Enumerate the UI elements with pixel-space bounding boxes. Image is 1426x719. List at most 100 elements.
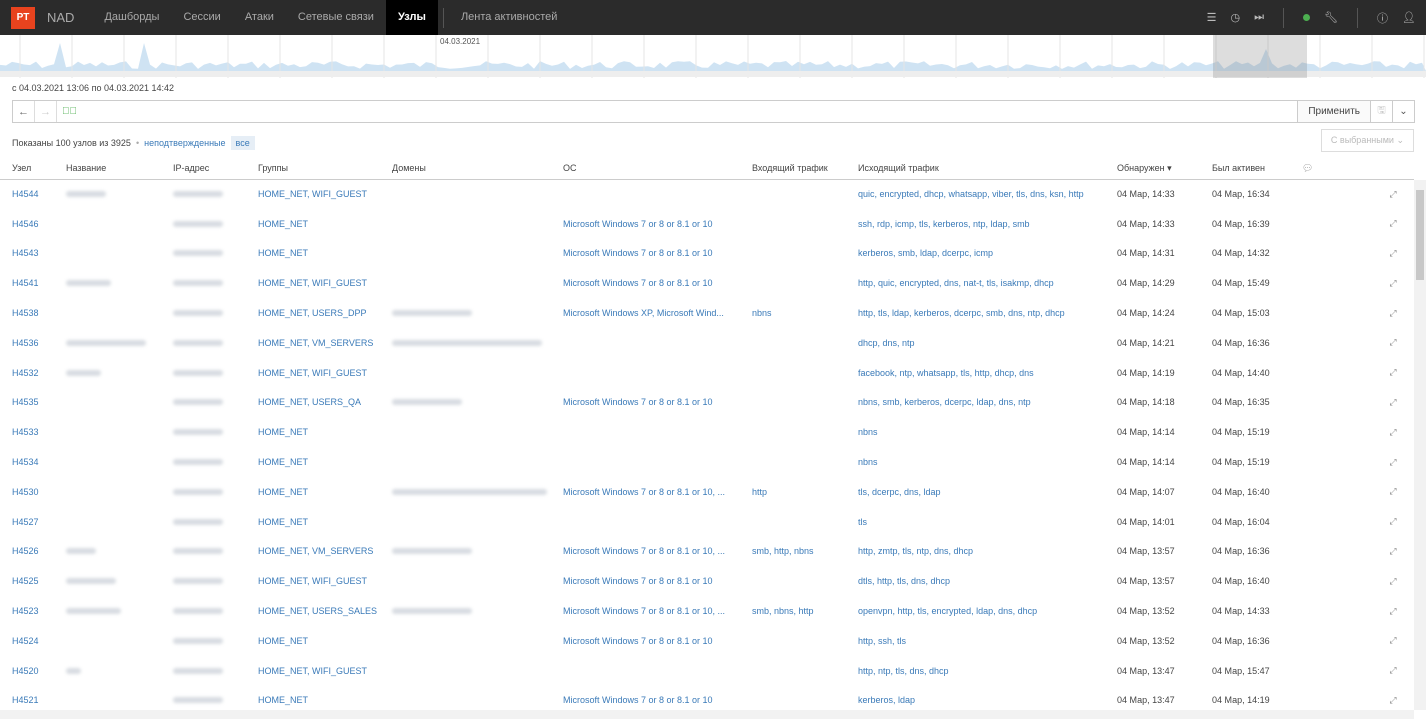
os[interactable]: Microsoft Windows 7 or 8 or 8.1 or 10, .… [551, 477, 740, 507]
node-id-link[interactable]: H4534 [0, 447, 54, 477]
table-row[interactable]: H4538 HOME_NET, USERS_DPP Microsoft Window… [0, 298, 1414, 328]
os[interactable]: Microsoft Windows 7 or 8 or 8.1 or 10 [551, 626, 740, 656]
expand-icon[interactable]: ⤢ [1372, 328, 1414, 358]
table-row[interactable]: H4541 HOME_NET, WIFI_GUEST Microsoft Windo… [0, 268, 1414, 298]
incoming-traffic[interactable] [740, 507, 846, 537]
groups[interactable]: HOME_NET, VM_SERVERS [246, 328, 380, 358]
nav-sessions[interactable]: Сессии [171, 0, 232, 35]
expand-icon[interactable]: ⤢ [1372, 209, 1414, 239]
os[interactable]: Microsoft Windows 7 or 8 or 8.1 or 10 [551, 566, 740, 596]
incoming-traffic[interactable] [740, 328, 846, 358]
nav-network-links[interactable]: Сетевые связи [286, 0, 386, 35]
user-icon[interactable]: 👤︎ [1402, 11, 1416, 24]
expand-icon[interactable]: ⤢ [1372, 388, 1414, 418]
node-id-link[interactable]: H4538 [0, 298, 54, 328]
groups[interactable]: HOME_NET [246, 477, 380, 507]
table-row[interactable]: H4535 HOME_NET, USERS_QA Microsoft Windows… [0, 388, 1414, 418]
incoming-traffic[interactable] [740, 179, 846, 209]
groups[interactable]: HOME_NET [246, 239, 380, 269]
node-id-link[interactable]: H4532 [0, 358, 54, 388]
node-id-link[interactable]: H4533 [0, 417, 54, 447]
os[interactable] [551, 417, 740, 447]
help-icon[interactable]: ⓘ [1377, 10, 1388, 26]
outgoing-traffic[interactable]: dtls, http, tls, dns, dhcp [846, 566, 1105, 596]
os[interactable]: Microsoft Windows 7 or 8 or 8.1 or 10 [551, 268, 740, 298]
outgoing-traffic[interactable]: http, ssh, tls [846, 626, 1105, 656]
outgoing-traffic[interactable]: nbns [846, 417, 1105, 447]
groups[interactable]: HOME_NET, WIFI_GUEST [246, 566, 380, 596]
expand-icon[interactable]: ⤢ [1372, 507, 1414, 537]
with-selected-button[interactable]: С выбранными ⌄ [1320, 129, 1414, 152]
outgoing-traffic[interactable]: tls, dcerpc, dns, ldap [846, 477, 1105, 507]
groups[interactable]: HOME_NET [246, 447, 380, 477]
expand-icon[interactable]: ⤢ [1372, 239, 1414, 269]
expand-icon[interactable]: ⤢ [1372, 566, 1414, 596]
expand-icon[interactable]: ⤢ [1372, 358, 1414, 388]
groups[interactable]: HOME_NET, USERS_QA [246, 388, 380, 418]
table-row[interactable]: H4530 HOME_NET Microsoft Windows 7 or 8 or… [0, 477, 1414, 507]
table-row[interactable]: H4532 HOME_NET, WIFI_GUEST facebook, ntp, … [0, 358, 1414, 388]
outgoing-traffic[interactable]: facebook, ntp, whatsapp, tls, http, dhcp… [846, 358, 1105, 388]
outgoing-traffic[interactable]: dhcp, dns, ntp [846, 328, 1105, 358]
apply-button[interactable]: Применить [1297, 101, 1370, 122]
outgoing-traffic[interactable]: http, zmtp, tls, ntp, dns, dhcp [846, 537, 1105, 567]
outgoing-traffic[interactable]: kerberos, smb, ldap, dcerpc, icmp [846, 239, 1105, 269]
groups[interactable]: HOME_NET [246, 209, 380, 239]
expand-icon[interactable]: ⤢ [1372, 268, 1414, 298]
table-row[interactable]: H4534 HOME_NET nbns 04 Мар, 14:14 04 Мар, 15… [0, 447, 1414, 477]
outgoing-traffic[interactable]: http, ntp, tls, dns, dhcp [846, 656, 1105, 686]
expand-icon[interactable]: ⤢ [1372, 537, 1414, 567]
outgoing-traffic[interactable]: tls [846, 507, 1105, 537]
node-id-link[interactable]: H4544 [0, 179, 54, 209]
table-row[interactable]: H4544 HOME_NET, WIFI_GUEST quic, encrypted… [0, 179, 1414, 209]
groups[interactable]: HOME_NET, USERS_DPP [246, 298, 380, 328]
outgoing-traffic[interactable]: http, quic, encrypted, dns, nat-t, tls, … [846, 268, 1105, 298]
incoming-traffic[interactable]: smb, nbns, http [740, 596, 846, 626]
groups[interactable]: HOME_NET, WIFI_GUEST [246, 656, 380, 686]
groups[interactable]: HOME_NET [246, 626, 380, 656]
os[interactable]: Microsoft Windows 7 or 8 or 8.1 or 10, .… [551, 537, 740, 567]
outgoing-traffic[interactable]: quic, encrypted, dhcp, whatsapp, viber, … [846, 179, 1105, 209]
timeline-chart[interactable] [0, 35, 1426, 78]
scrollbar-thumb[interactable] [1416, 190, 1424, 280]
incoming-traffic[interactable]: smb, http, nbns [740, 537, 846, 567]
node-id-link[interactable]: H4535 [0, 388, 54, 418]
table-row[interactable]: H4525 HOME_NET, WIFI_GUEST Microsoft Windo… [0, 566, 1414, 596]
table-row[interactable]: H4543 HOME_NET Microsoft Windows 7 or 8 or… [0, 239, 1414, 269]
os[interactable] [551, 447, 740, 477]
column-header[interactable]: Узел [0, 158, 54, 180]
filter-all[interactable]: все [230, 136, 255, 150]
outgoing-traffic[interactable]: http, tls, ldap, kerberos, dcerpc, smb, … [846, 298, 1105, 328]
column-header[interactable]: IP-адрес [161, 158, 246, 180]
node-id-link[interactable]: H4536 [0, 328, 54, 358]
os[interactable] [551, 507, 740, 537]
expand-icon[interactable]: ⤢ [1372, 179, 1414, 209]
incoming-traffic[interactable] [740, 239, 846, 269]
os[interactable]: Microsoft Windows XP, Microsoft Wind... [551, 298, 740, 328]
outgoing-traffic[interactable]: nbns, smb, kerberos, dcerpc, ldap, dns, … [846, 388, 1105, 418]
os[interactable]: Microsoft Windows 7 or 8 or 8.1 or 10 [551, 388, 740, 418]
menu-icon[interactable]: ☰ [1207, 11, 1217, 24]
node-id-link[interactable]: H4541 [0, 268, 54, 298]
os[interactable] [551, 358, 740, 388]
groups[interactable]: HOME_NET [246, 417, 380, 447]
incoming-traffic[interactable] [740, 447, 846, 477]
expand-icon[interactable]: ⤢ [1372, 447, 1414, 477]
filter-unconfirmed[interactable]: неподтвержденные [144, 138, 225, 148]
skip-forward-icon[interactable]: ⏭ [1254, 11, 1264, 24]
incoming-traffic[interactable] [740, 626, 846, 656]
os[interactable]: Microsoft Windows 7 or 8 or 8.1 or 10 [551, 239, 740, 269]
table-row[interactable]: H4527 HOME_NET tls 04 Мар, 14:01 04 Мар, 16:… [0, 507, 1414, 537]
column-header[interactable]: Исходящий трафик [846, 158, 1105, 180]
node-id-link[interactable]: H4520 [0, 656, 54, 686]
expand-icon[interactable]: ⤢ [1372, 417, 1414, 447]
os[interactable] [551, 328, 740, 358]
node-id-link[interactable]: H4523 [0, 596, 54, 626]
groups[interactable]: HOME_NET [246, 507, 380, 537]
nav-activity-feed[interactable]: Лента активностей [449, 0, 569, 35]
node-id-link[interactable]: H4530 [0, 477, 54, 507]
node-id-link[interactable]: H4524 [0, 626, 54, 656]
column-header[interactable]: Название [54, 158, 161, 180]
timeline-selection[interactable] [1213, 35, 1307, 78]
node-id-link[interactable]: H4526 [0, 537, 54, 567]
